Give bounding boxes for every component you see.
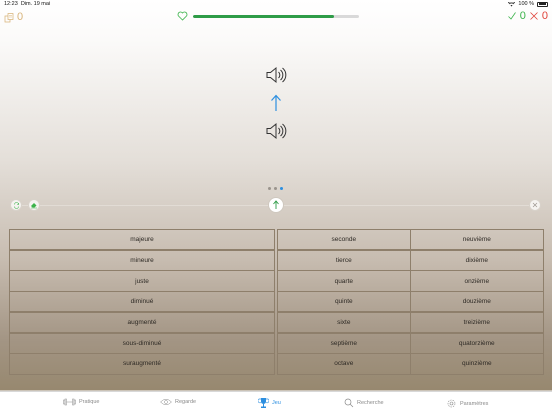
replay-button[interactable] [10,199,22,211]
page-indicator [268,187,283,190]
coins-count: 0 [17,11,24,23]
tab-recherche[interactable]: Recherche [344,398,384,408]
tab-recherche-label: Recherche [357,400,384,406]
game-top-bar: 0 0 0 [0,9,552,27]
battery-percent: 100 % [518,1,534,7]
interval-direction-up-icon [270,94,282,117]
quality-option[interactable]: sous-diminué [9,332,275,354]
tab-parametres-label: Paramètres [460,400,489,407]
progress-bar [193,14,359,18]
arrow-up-icon [273,200,279,209]
search-icon [344,398,354,408]
speaker-icon [266,66,287,84]
quality-options: majeure mineure juste diminué augmenté sous-d… [9,229,275,375]
interval-option[interactable]: quatorzième [410,332,544,354]
interval-option[interactable]: octave [277,353,411,375]
dumbbell-icon [63,398,76,406]
coins-counter: 0 [4,11,23,23]
quality-option[interactable]: mineure [9,249,275,271]
quality-option[interactable]: diminué [9,291,275,313]
quality-option[interactable]: suraugmenté [9,353,275,375]
tab-jeu[interactable]: Jeu [258,397,281,409]
status-right: 100 % [508,1,548,7]
interval-option[interactable]: tierce [277,249,411,271]
interval-option[interactable]: douzième [410,291,544,313]
trophy-icon [258,398,269,408]
tab-regarde[interactable]: Regarde [160,398,196,406]
interval-option[interactable]: quinzième [410,353,544,375]
interval-options: seconde neuvième tierce dixième quarte onzièm… [277,229,544,375]
interval-option[interactable]: onzième [410,270,544,292]
status-bar: 12:23 Dim. 19 mai 100 % [0,0,552,9]
score-panel: 0 0 [507,10,548,22]
tab-pratique-label: Pratique [79,399,100,405]
interval-option[interactable]: quarte [277,270,411,292]
direction-toggle-button[interactable] [268,197,284,213]
close-button[interactable] [529,199,541,211]
tab-jeu-label: Jeu [272,400,281,406]
quality-option[interactable]: augmenté [9,311,275,334]
interval-option[interactable]: seconde [277,229,411,251]
interval-option[interactable]: dixième [410,249,544,271]
tab-regarde-label: Regarde [175,399,197,405]
correct-count: 0 [519,10,526,22]
coins-icon [4,12,14,22]
interval-option[interactable]: neuvième [410,229,544,251]
battery-icon [537,1,548,7]
tab-parametres[interactable]: Paramètres [446,398,488,409]
speaker-icon [266,122,287,140]
interval-option[interactable]: quinte [277,291,411,313]
checkmark-icon [507,12,516,20]
repeat-icon [13,201,19,209]
wifi-icon [508,1,516,6]
tab-bar: Pratique Regarde Jeu Recherche Paramètre… [0,391,552,414]
tab-pratique[interactable]: Pratique [63,398,100,406]
hint-button[interactable] [28,199,40,211]
quality-option[interactable]: majeure [9,229,275,251]
eye-icon [160,399,172,405]
eraser-icon [31,203,37,209]
interval-option[interactable]: septième [277,332,411,354]
cross-icon [530,12,538,20]
quality-option[interactable]: juste [9,270,275,292]
heart-icon [177,11,188,21]
wrong-count: 0 [541,10,548,22]
progress-area [177,11,359,21]
close-icon [532,202,538,208]
interval-option[interactable]: sixte [277,311,411,334]
status-time: 12:23 Dim. 19 mai [4,1,51,7]
page-dot [274,187,277,190]
page-dot [280,187,283,190]
page-dot [268,187,271,190]
interval-option[interactable]: treizième [410,311,544,334]
speaker-top-button[interactable] [265,66,287,89]
gear-icon [447,399,456,408]
speaker-bottom-button[interactable] [265,122,287,145]
progress-bar-fill [193,14,335,18]
